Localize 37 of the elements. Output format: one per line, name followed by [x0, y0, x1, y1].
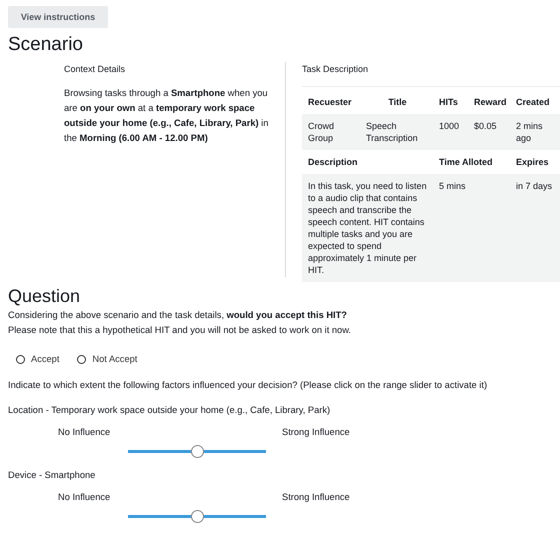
table-cell: 1000: [433, 114, 468, 150]
option-label[interactable]: Accept: [31, 354, 60, 364]
table-cell: Speech Transcription: [360, 114, 433, 150]
section-heading: Question: [8, 286, 82, 308]
factor-label: Device - Smartphone: [8, 470, 96, 482]
max-label: Strong Influence: [282, 427, 351, 437]
instruction-text: Indicate to which extent the following factors influenced your decision? (Please click on the range slider to activate it): [8, 379, 488, 392]
radio-button[interactable]: [77, 354, 86, 364]
column-header: Recuester: [302, 86, 360, 114]
min-label: No Influence: [58, 492, 112, 502]
column-header: Expires: [510, 150, 560, 174]
column-header: HITs: [433, 86, 468, 114]
task-title: Task Description: [302, 64, 370, 76]
view-instructions-button[interactable]: View instructions: [8, 6, 108, 28]
column-header: Description: [302, 150, 433, 174]
column-header: Reward: [468, 86, 510, 114]
slider-thumb[interactable]: [190, 510, 204, 523]
table-cell: 2 mins ago: [510, 114, 560, 150]
slider-thumb[interactable]: [190, 445, 204, 458]
column-header: Created: [510, 86, 560, 114]
column-header: Title: [360, 86, 433, 114]
column-header: Time Alloted: [433, 150, 510, 174]
table-cell: 5 mins: [433, 174, 510, 282]
max-label: Strong Influence: [282, 492, 351, 502]
context-text: Browsing tasks through a Smartphone when you are on your own at a temporary work space outside your home (e.g., Cafe, Library, Park) in the Morning (6.00 AM - 12.00 PM): [64, 87, 270, 145]
table-cell: In this task, you need to listen to a audio clip that contains speech and transcribe the speech content. HIT contains multiple tasks and you are expected to spend approximately 1 minute per HIT.: [302, 174, 433, 282]
option-label[interactable]: Not Accept: [92, 354, 138, 364]
factor-label: Location - Temporary work space outside your home (e.g., Cafe, Library, Park): [8, 405, 332, 417]
question-text: Considering the above scenario and the task details, would you accept this HIT?: [8, 309, 348, 322]
radio-button[interactable]: [16, 354, 25, 364]
context-title: Context Details: [64, 64, 126, 76]
section-heading: Scenario: [8, 34, 84, 57]
table-cell: $0.05: [468, 114, 510, 150]
table-cell: Crowd Group: [302, 114, 360, 150]
min-label: No Influence: [58, 427, 112, 437]
table-cell: in 7 days: [510, 174, 560, 282]
note-text: Please note that this a hypothetical HIT and you will not be asked to work on it now.: [8, 324, 352, 337]
